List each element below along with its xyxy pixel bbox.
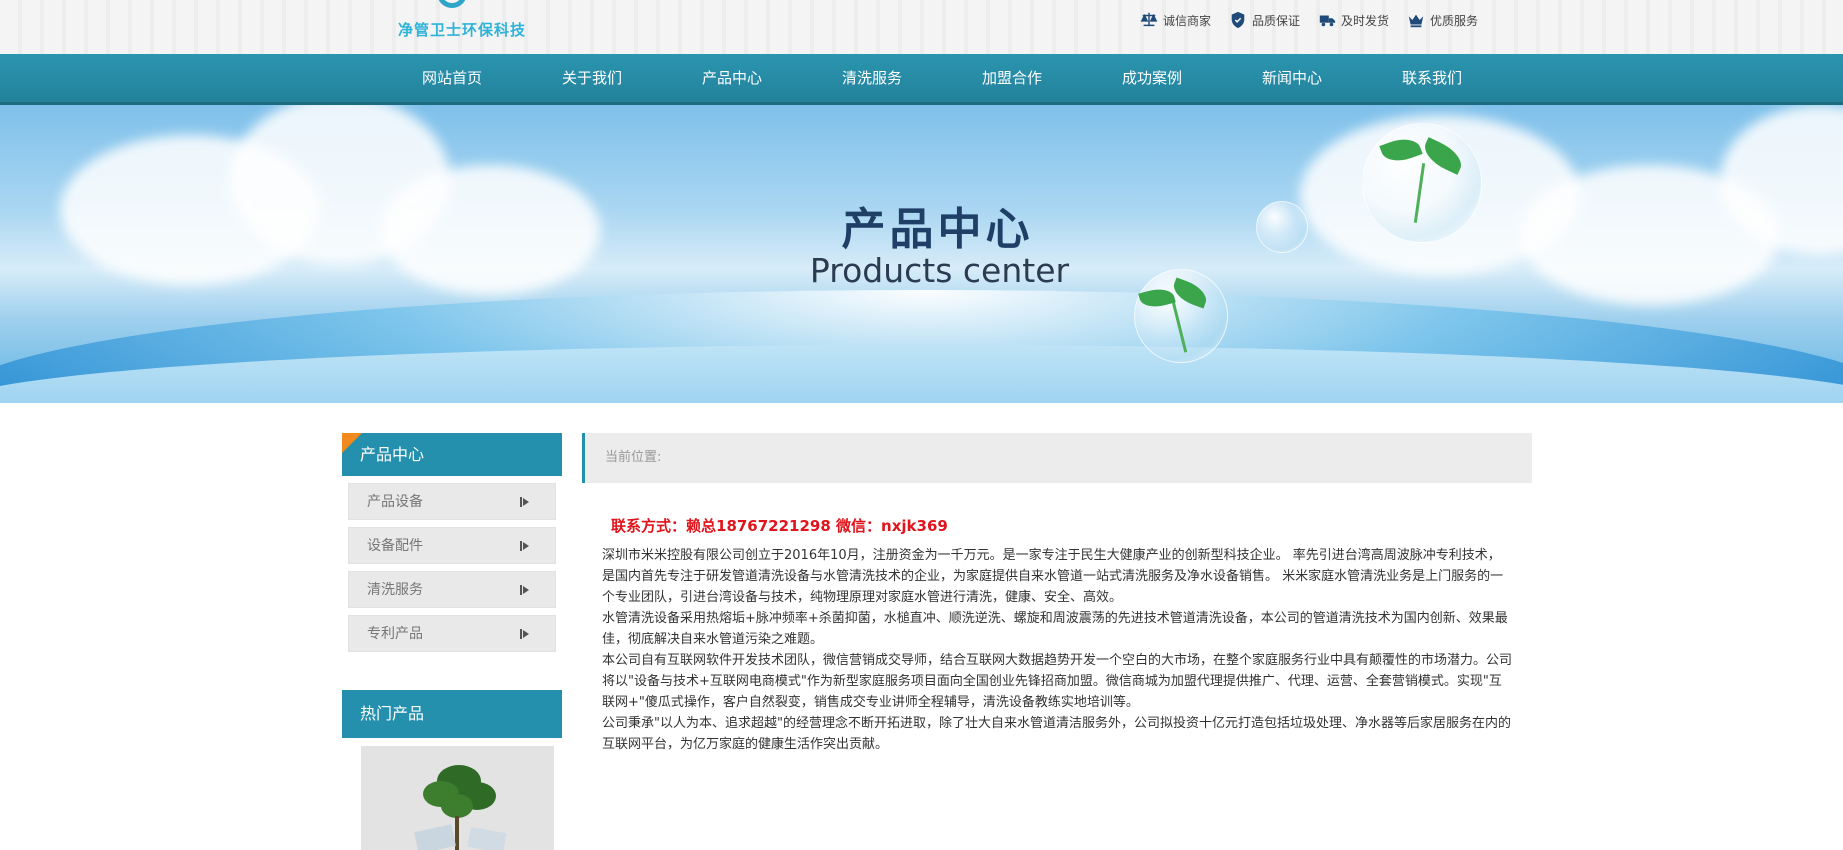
sidebar-item-cleaning[interactable]: 清洗服务 bbox=[348, 571, 556, 608]
logo-text[interactable]: 净管卫士环保科技 bbox=[398, 19, 526, 40]
banner-subtitle: Products center bbox=[809, 251, 1070, 290]
nav-item-about[interactable]: 关于我们 bbox=[522, 54, 662, 102]
sidebar-item-label: 产品设备 bbox=[367, 494, 423, 510]
article-paragraph: 水管清洗设备采用热熔垢+脉冲频率+杀菌抑菌，水槌直冲、顺洗逆洗、螺旋和周波震荡的… bbox=[602, 611, 1508, 647]
main-nav: 网站首页 关于我们 产品中心 清洗服务 加盟合作 成功案例 新闻中心 联系我们 bbox=[0, 54, 1843, 105]
sidebar-item-label: 设备配件 bbox=[367, 538, 423, 554]
sidebar-item-patents[interactable]: 专利产品 bbox=[348, 615, 556, 652]
banner-title: 产品中心 bbox=[841, 204, 1034, 255]
sidebar-item-label: 清洗服务 bbox=[367, 582, 423, 598]
badge-service: 优质服务 bbox=[1407, 10, 1478, 30]
contact-info: 联系方式：赖总18767221298 微信：nxjk369 bbox=[611, 517, 948, 535]
article-paragraph: 公司秉承"以人为本、追求超越"的经营理念不断开拓进取，除了壮大自来水管道清洁服务… bbox=[602, 716, 1511, 752]
delivery-icon bbox=[1319, 15, 1336, 27]
badge-delivery: 及时发货 bbox=[1318, 10, 1389, 30]
scale-icon bbox=[1140, 12, 1158, 27]
plant-image bbox=[361, 746, 554, 850]
nav-item-cleaning[interactable]: 清洗服务 bbox=[802, 54, 942, 102]
badge-label: 优质服务 bbox=[1430, 13, 1479, 28]
corner-accent bbox=[342, 433, 362, 453]
hot-products-title: 热门产品 bbox=[342, 690, 562, 738]
nav-item-cases[interactable]: 成功案例 bbox=[1082, 54, 1222, 102]
sidebar-item-parts[interactable]: 设备配件 bbox=[348, 527, 556, 564]
breadcrumb: 当前位置: bbox=[582, 433, 1532, 483]
badge-label: 诚信商家 bbox=[1163, 13, 1212, 28]
nav-item-home[interactable]: 网站首页 bbox=[382, 54, 522, 102]
nav-item-news[interactable]: 新闻中心 bbox=[1222, 54, 1362, 102]
arrow-right-icon bbox=[520, 541, 529, 551]
nav-item-contact[interactable]: 联系我们 bbox=[1362, 54, 1502, 102]
sidebar-item-label: 专利产品 bbox=[367, 626, 423, 642]
logo-icon[interactable] bbox=[437, 0, 467, 8]
arrow-right-icon bbox=[520, 497, 529, 507]
service-badges: 诚信商家 品质保证 及时发货 优质服务 bbox=[1140, 10, 1478, 30]
badge-integrity: 诚信商家 bbox=[1140, 10, 1211, 30]
nav-item-franchise[interactable]: 加盟合作 bbox=[942, 54, 1082, 102]
arrow-right-icon bbox=[520, 629, 529, 639]
sidebar-title: 产品中心 bbox=[342, 433, 562, 476]
top-header: 净管卫士环保科技 诚信商家 品质保证 及时发货 优质服务 bbox=[0, 0, 1843, 54]
page-banner: 产品中心 Products center bbox=[0, 105, 1843, 403]
sidebar-item-equipment[interactable]: 产品设备 bbox=[348, 483, 556, 520]
sidebar-title-text: 产品中心 bbox=[360, 445, 425, 464]
hot-product-image[interactable] bbox=[361, 746, 554, 850]
crown-icon bbox=[1408, 14, 1424, 28]
arrow-right-icon bbox=[520, 585, 529, 595]
article-paragraph: 本公司自有互联网软件开发技术团队，微信营销成交导师，结合互联网大数据趋势开发一个… bbox=[602, 653, 1513, 710]
article-paragraph: 深圳市米米控股有限公司创立于2016年10月，注册资金为一千万元。是一家专注于民… bbox=[602, 548, 1504, 605]
nav-item-products[interactable]: 产品中心 bbox=[662, 54, 802, 102]
badge-label: 及时发货 bbox=[1341, 13, 1390, 28]
badge-quality: 品质保证 bbox=[1229, 10, 1300, 30]
shield-icon bbox=[1231, 11, 1245, 29]
badge-label: 品质保证 bbox=[1252, 13, 1301, 28]
article-body: 深圳市米米控股有限公司创立于2016年10月，注册资金为一千万元。是一家专注于民… bbox=[602, 545, 1512, 755]
